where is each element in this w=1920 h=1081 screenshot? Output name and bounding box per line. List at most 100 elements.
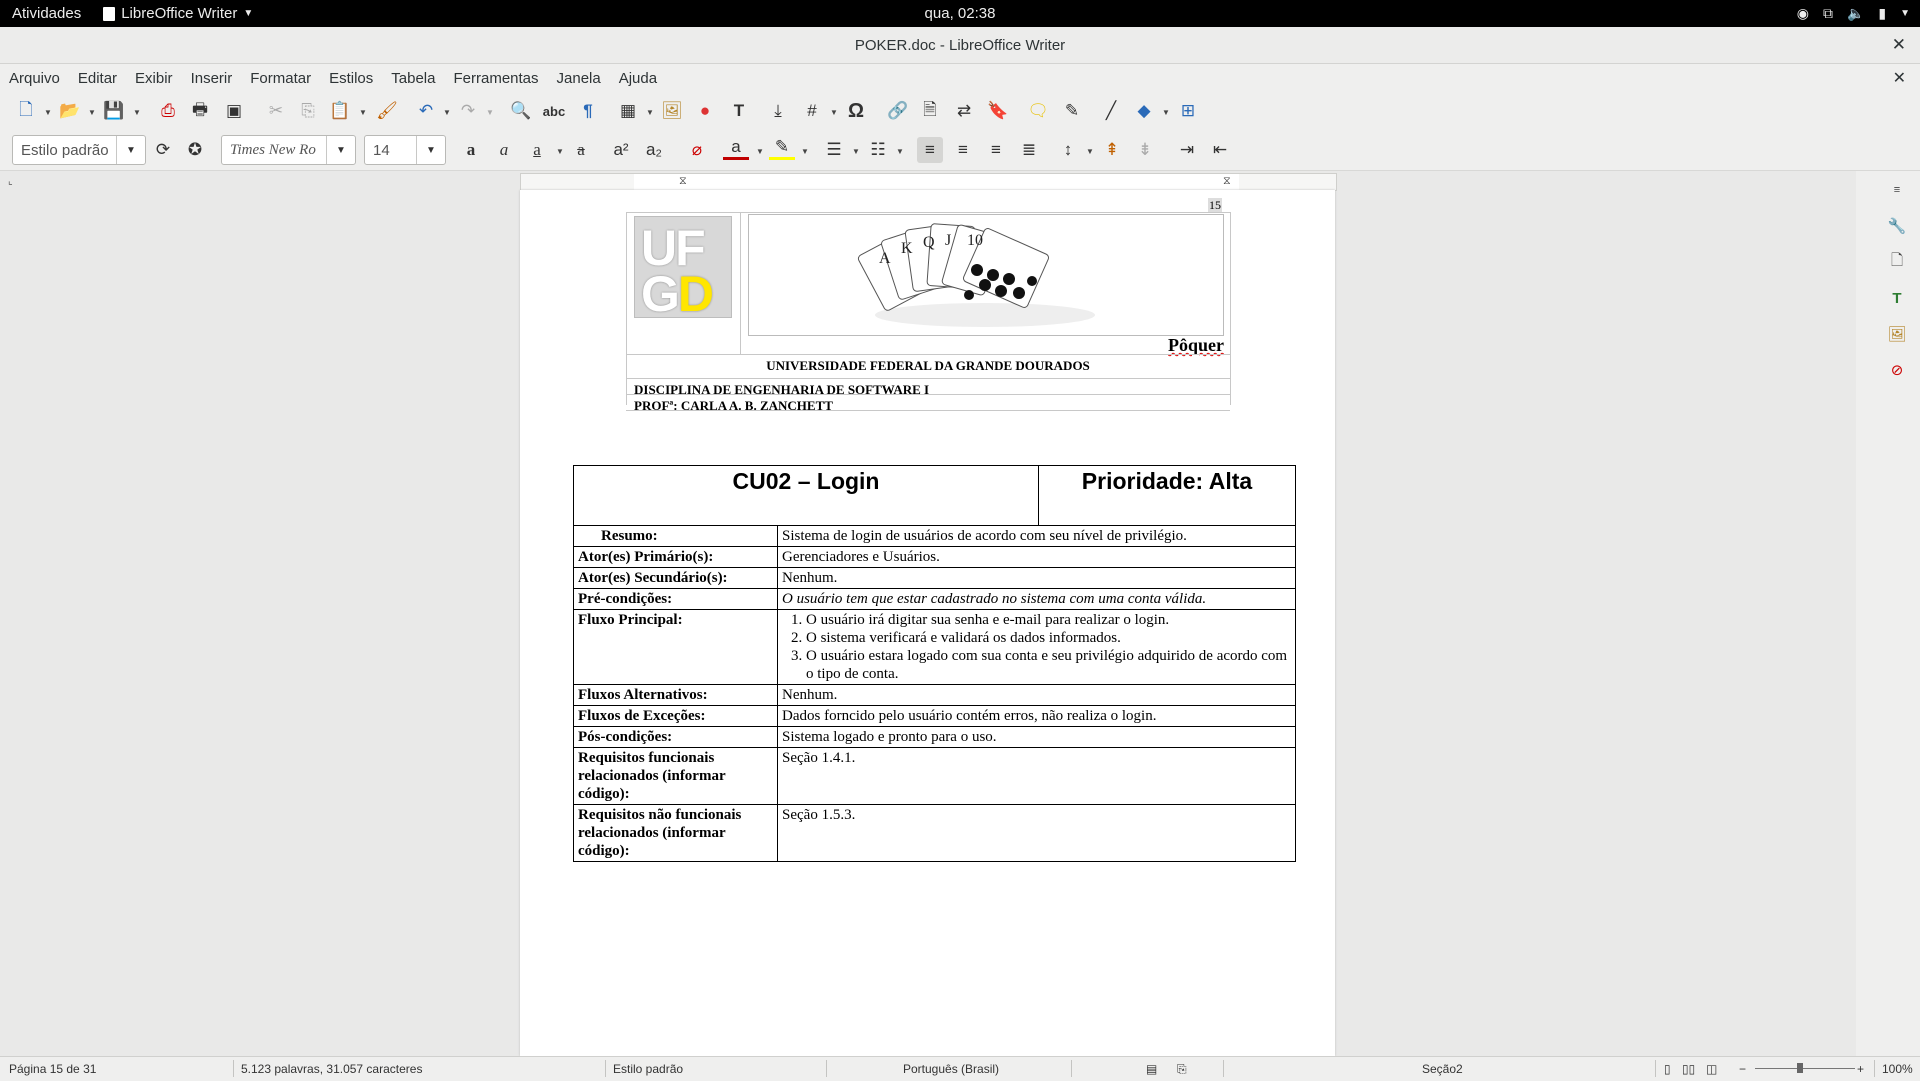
increase-paragraph-spacing-icon[interactable]: ⇞ [1099, 137, 1125, 163]
hyperlink-icon[interactable]: 🔗 [885, 98, 911, 124]
chevron-down-icon[interactable]: ▼ [416, 136, 445, 164]
volume-icon[interactable]: 🔈 [1847, 5, 1864, 22]
gallery-icon[interactable]: 🖼 [1886, 323, 1908, 345]
export-pdf-icon[interactable]: ⎙ [155, 98, 181, 124]
underline-icon[interactable]: a [524, 137, 550, 163]
spelling-icon[interactable]: abc [541, 98, 567, 124]
decrease-paragraph-spacing-icon[interactable]: ⇟ [1132, 137, 1158, 163]
document-page[interactable]: 15 UF GD A K Q J 10 Pôquer UNIVERSIDADE … [520, 190, 1335, 1056]
indent-marker-icon[interactable]: ⧖ [679, 175, 687, 188]
properties-icon[interactable]: 🔧 [1886, 215, 1908, 237]
basic-shapes-icon[interactable]: ◆ [1131, 98, 1157, 124]
row-value-fluxos-alternativos[interactable]: Nenhum. [777, 684, 1296, 706]
row-label-ator-primario[interactable]: Ator(es) Primário(s): [573, 546, 778, 568]
clock[interactable]: qua, 02:38 [925, 5, 996, 22]
menu-tabela[interactable]: Tabela [382, 70, 444, 87]
insert-table-icon[interactable]: ▦ [615, 98, 641, 124]
chevron-down-icon[interactable]: ▼ [326, 136, 355, 164]
row-label-req-nao-funcionais[interactable]: Requisitos não funcionais relacionados (… [573, 804, 778, 862]
line-spacing-icon[interactable]: ↕ [1055, 137, 1081, 163]
book-view-icon[interactable]: ◫ [1706, 1062, 1717, 1076]
track-changes-icon[interactable]: ✎ [1059, 98, 1085, 124]
zoom-out-icon[interactable]: − [1739, 1062, 1746, 1076]
menu-estilos[interactable]: Estilos [320, 70, 382, 87]
new-style-icon[interactable]: ✪ [182, 137, 208, 163]
insert-textbox-icon[interactable]: T [726, 98, 752, 124]
new-document-icon[interactable]: 🗋 [13, 98, 39, 124]
paste-icon[interactable]: 📋 [327, 98, 353, 124]
window-close-icon[interactable]: ✕ [1892, 35, 1906, 55]
chevron-down-icon[interactable]: ▼ [852, 147, 860, 156]
subscript-icon[interactable]: a₂ [641, 137, 667, 163]
row-value-fluxo-principal[interactable]: O usuário irá digitar sua senha e e-mail… [777, 609, 1296, 685]
chevron-down-icon[interactable]: ▼ [896, 147, 904, 156]
chevron-down-icon[interactable]: ▼ [756, 147, 764, 156]
bookmark-icon[interactable]: 🔖 [985, 98, 1011, 124]
align-left-icon[interactable]: ≡ [917, 137, 943, 163]
menu-formatar[interactable]: Formatar [241, 70, 320, 87]
find-replace-icon[interactable]: 🔍 [508, 98, 534, 124]
chevron-down-icon[interactable]: ▼ [1086, 147, 1094, 156]
chevron-down-icon[interactable]: ▼ [1162, 108, 1170, 117]
document-close-icon[interactable]: ✕ [1893, 68, 1906, 88]
tab-stop-selector[interactable]: ⌞ [8, 176, 13, 187]
clear-formatting-icon[interactable]: ⌀ [684, 137, 710, 163]
numbered-list-icon[interactable]: ☷ [865, 137, 891, 163]
chevron-down-icon[interactable]: ▼ [116, 136, 145, 164]
styles-icon[interactable]: T [1886, 287, 1908, 309]
selection-mode-icon[interactable]: ⎘ [1177, 1062, 1187, 1077]
page-header[interactable]: UF GD A K Q J 10 Pôquer UNIVERSIDADE FED… [626, 212, 1231, 413]
chevron-down-icon[interactable]: ▼ [44, 108, 52, 117]
font-name-combo[interactable]: Times New Ro ▼ [221, 135, 356, 165]
row-label-fluxos-alternativos[interactable]: Fluxos Alternativos: [573, 684, 778, 706]
use-case-title[interactable]: CU02 – Login [573, 465, 1039, 526]
cut-icon[interactable]: ✂ [263, 98, 289, 124]
chevron-down-icon[interactable]: ▼ [830, 108, 838, 117]
horizontal-ruler[interactable]: ⧖ ⧖ [520, 173, 1337, 191]
row-label-req-funcionais[interactable]: Requisitos funcionais relacionados (info… [573, 747, 778, 805]
chevron-down-icon[interactable]: ▼ [359, 108, 367, 117]
use-case-priority[interactable]: Prioridade: Alta [1038, 465, 1296, 526]
menu-ferramentas[interactable]: Ferramentas [444, 70, 547, 87]
update-style-icon[interactable]: ⟳ [150, 137, 176, 163]
italic-icon[interactable]: a [491, 137, 517, 163]
app-menu-button[interactable]: LibreOffice Writer ▼ [103, 5, 253, 22]
menu-editar[interactable]: Editar [69, 70, 126, 87]
chevron-down-icon[interactable]: ▼ [443, 108, 451, 117]
row-label-pos-condicoes[interactable]: Pós-condições: [573, 726, 778, 748]
align-center-icon[interactable]: ≡ [950, 137, 976, 163]
accessibility-icon[interactable]: ◉ [1797, 5, 1809, 22]
navigator-icon[interactable]: ⊘ [1886, 359, 1908, 381]
font-color-icon[interactable]: a [723, 137, 749, 160]
bullet-list-icon[interactable]: ☰ [821, 137, 847, 163]
row-label-resumo[interactable]: Resumo: [573, 525, 778, 547]
menu-exibir[interactable]: Exibir [126, 70, 182, 87]
zoom-slider[interactable] [1755, 1068, 1855, 1069]
status-section[interactable]: Seção2 [1422, 1062, 1463, 1076]
insert-page-break-icon[interactable]: ⤓ [765, 98, 791, 124]
system-tray[interactable]: ◉ ⧉ 🔈 ▮ ▼ [1797, 5, 1910, 22]
bold-icon[interactable]: a [458, 137, 484, 163]
row-label-ator-secundario[interactable]: Ator(es) Secundário(s): [573, 567, 778, 589]
row-label-fluxos-excecoes[interactable]: Fluxos de Exceções: [573, 705, 778, 727]
row-label-pre-condicoes[interactable]: Pré-condições: [573, 588, 778, 610]
activities-button[interactable]: Atividades [12, 5, 81, 22]
multi-page-view-icon[interactable]: ▯▯ [1682, 1062, 1695, 1076]
formatting-marks-icon[interactable]: ¶ [575, 98, 601, 124]
undo-icon[interactable]: ↶ [413, 98, 439, 124]
draw-functions-icon[interactable]: ⊞ [1175, 98, 1201, 124]
row-value-ator-primario[interactable]: Gerenciadores e Usuários. [777, 546, 1296, 568]
row-value-req-funcionais[interactable]: Seção 1.4.1. [777, 747, 1296, 805]
status-language[interactable]: Português (Brasil) [903, 1062, 999, 1076]
insert-image-icon[interactable]: 🖼 [659, 98, 685, 124]
copy-icon[interactable]: ⎘ [295, 98, 321, 124]
justify-icon[interactable]: ≣ [1016, 137, 1042, 163]
menu-janela[interactable]: Janela [548, 70, 610, 87]
comment-icon[interactable]: 🗨 [1025, 98, 1051, 124]
row-value-ator-secundario[interactable]: Nenhum. [777, 567, 1296, 589]
menu-inserir[interactable]: Inserir [182, 70, 242, 87]
zoom-level[interactable]: 100% [1882, 1062, 1913, 1076]
highlight-color-icon[interactable]: ✎ [769, 137, 795, 160]
special-character-icon[interactable]: Ω [843, 98, 869, 124]
chevron-down-icon[interactable]: ▼ [556, 147, 564, 156]
